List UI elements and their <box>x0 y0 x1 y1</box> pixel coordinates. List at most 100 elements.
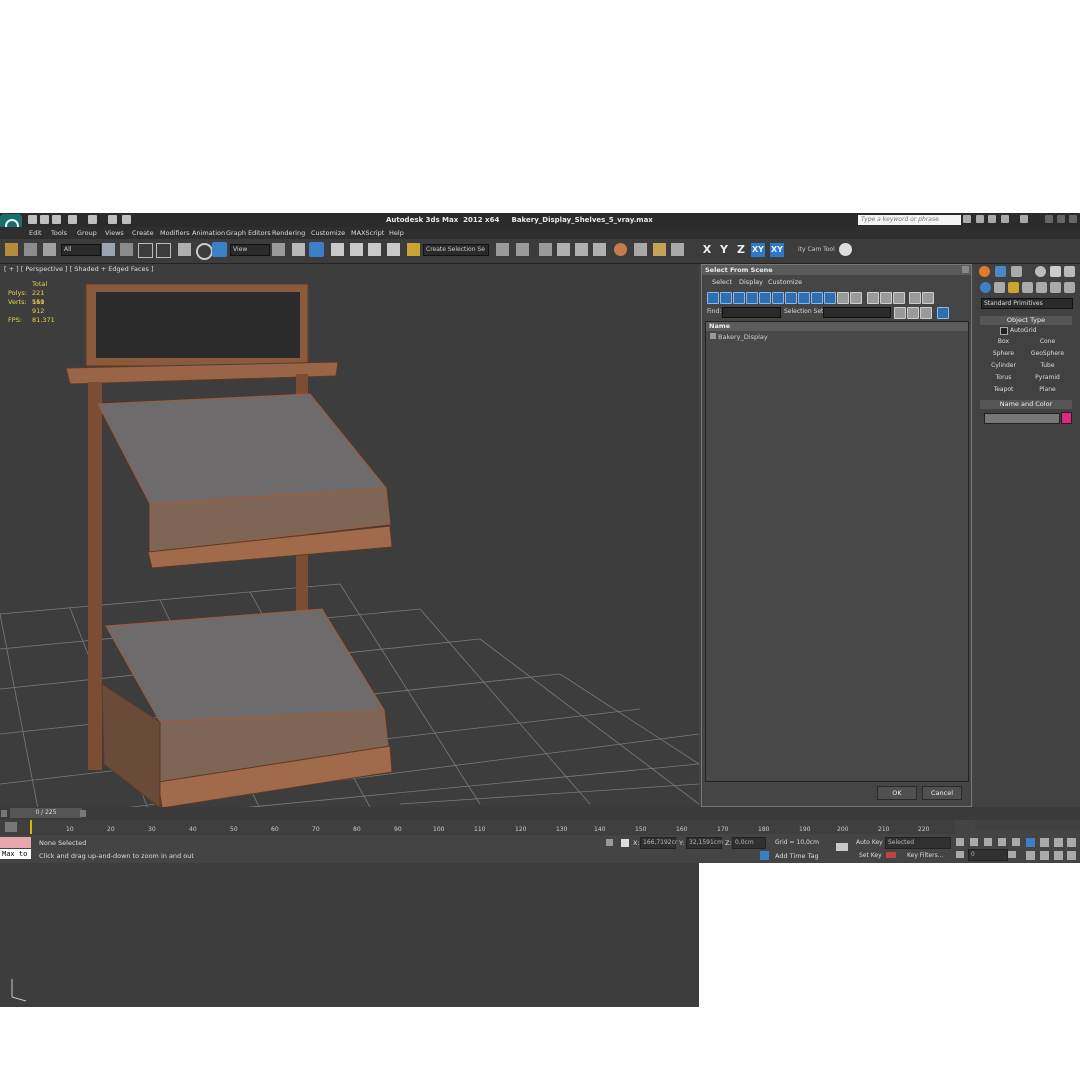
find-input[interactable] <box>722 307 781 318</box>
filter-funnel-icon[interactable] <box>909 292 921 304</box>
helpers-icon[interactable] <box>1036 282 1047 293</box>
menu-views[interactable]: Views <box>105 229 124 237</box>
selset-options-icon[interactable] <box>920 307 932 319</box>
object-color-swatch[interactable] <box>1061 412 1072 424</box>
autogrid-checkbox[interactable] <box>1000 327 1008 335</box>
goto-start-icon[interactable] <box>956 838 964 846</box>
name-and-color-rollout[interactable]: Name and Color <box>980 400 1072 409</box>
rectangular-selection-icon[interactable] <box>138 243 153 258</box>
category-dropdown[interactable]: Standard Primitives <box>981 298 1073 309</box>
goto-end-icon[interactable] <box>1012 838 1020 846</box>
menu-customize[interactable]: Customize <box>311 229 345 237</box>
selset-create-icon[interactable] <box>894 307 906 319</box>
communication-icon[interactable] <box>988 215 996 223</box>
object-type-rollout[interactable]: Object Type <box>980 316 1072 325</box>
zoom-extents-icon[interactable] <box>1054 838 1063 847</box>
key-selected-dropdown[interactable]: Selected <box>885 837 951 849</box>
plane-button[interactable]: Plane <box>1027 385 1068 395</box>
rendered-frame-window-icon[interactable] <box>653 243 666 256</box>
field-of-view-icon[interactable] <box>1026 851 1035 860</box>
play-icon[interactable] <box>984 838 992 846</box>
key-filters-button[interactable]: Key Filters... <box>904 850 950 862</box>
keyboard-shortcut-toggle-icon[interactable] <box>309 242 324 257</box>
layer-manager-icon[interactable] <box>539 243 552 256</box>
restrict-xy-button[interactable]: XY <box>751 243 765 257</box>
time-slider-thumb[interactable]: 0 / 225 <box>10 808 82 818</box>
spacewarps-icon[interactable] <box>1050 282 1061 293</box>
open-file-icon[interactable] <box>40 215 49 224</box>
slider-next-arrow-icon[interactable] <box>80 810 86 817</box>
menu-edit[interactable]: Edit <box>29 229 42 237</box>
selset-edit-icon[interactable] <box>907 307 919 319</box>
menu-graph-editors[interactable]: Graph Editors <box>226 229 271 237</box>
save-file-icon[interactable] <box>52 215 61 224</box>
selection-set-dropdown[interactable] <box>823 307 891 318</box>
hold-icon[interactable] <box>122 215 131 224</box>
angle-snap-icon[interactable] <box>350 243 363 256</box>
filter-frozen-icon[interactable] <box>837 292 849 304</box>
filter-cameras-icon[interactable] <box>746 292 758 304</box>
filter-containers-icon[interactable] <box>824 292 836 304</box>
filter-helpers-icon[interactable] <box>759 292 771 304</box>
dialog-menu-customize[interactable]: Customize <box>768 278 802 286</box>
align-icon[interactable] <box>516 243 529 256</box>
dialog-menu-select[interactable]: Select <box>712 278 732 286</box>
cylinder-button[interactable]: Cylinder <box>983 361 1024 371</box>
slider-prev-arrow-icon[interactable] <box>1 810 7 817</box>
edit-named-selection-icon[interactable] <box>407 243 420 256</box>
filter-bones-icon[interactable] <box>811 292 823 304</box>
snaps-toggle-icon[interactable] <box>331 243 344 256</box>
display-tab-icon[interactable] <box>1050 266 1061 277</box>
geometry-icon[interactable] <box>980 282 991 293</box>
menu-tools[interactable]: Tools <box>51 229 67 237</box>
absolute-mode-icon[interactable] <box>621 839 629 847</box>
render-production-icon[interactable] <box>671 243 684 256</box>
cone-button[interactable]: Cone <box>1027 337 1068 347</box>
menu-help[interactable]: Help <box>389 229 404 237</box>
mirror-icon[interactable] <box>496 243 509 256</box>
maximize-icon[interactable] <box>1057 215 1065 223</box>
pyramid-button[interactable]: Pyramid <box>1027 373 1068 383</box>
display-invert-icon[interactable] <box>893 292 905 304</box>
filter-groups-icon[interactable] <box>785 292 797 304</box>
add-time-tag-icon[interactable] <box>760 851 769 860</box>
subscription-icon[interactable] <box>976 215 984 223</box>
undo-icon[interactable] <box>68 215 77 224</box>
scale-icon[interactable] <box>212 242 227 257</box>
zoom-extents-all-icon[interactable] <box>1067 838 1076 847</box>
shapes-icon[interactable] <box>994 282 1005 293</box>
unlink-icon[interactable] <box>24 243 37 256</box>
dialog-menu-display[interactable]: Display <box>739 278 763 286</box>
named-selection-dropdown[interactable]: Create Selection Se <box>423 244 489 256</box>
viewport-label[interactable]: [ + ] [ Perspective ] [ Shaded + Edged F… <box>4 265 154 273</box>
window-crossing-icon[interactable] <box>156 243 171 258</box>
list-item[interactable]: Bakery_Display <box>710 333 768 341</box>
pan-view-icon[interactable] <box>1040 851 1049 860</box>
filter-shapes-icon[interactable] <box>720 292 732 304</box>
zoom-all-icon[interactable] <box>1040 838 1049 847</box>
maxscript-mini-listener[interactable]: Max to <box>0 849 31 859</box>
cam-tool-label[interactable]: ity Cam Tool <box>795 244 839 256</box>
filter-options-icon[interactable] <box>922 292 934 304</box>
teapot-button[interactable]: Teapot <box>983 385 1024 395</box>
help-icon[interactable] <box>1020 215 1028 223</box>
project-folder-icon[interactable] <box>108 215 117 224</box>
reference-coordinate-dropdown[interactable]: View <box>230 244 270 256</box>
cameras-icon[interactable] <box>1022 282 1033 293</box>
restrict-y-button[interactable]: Y <box>717 243 731 257</box>
new-file-icon[interactable] <box>28 215 37 224</box>
cancel-button[interactable]: Cancel <box>922 786 962 800</box>
modify-tab-icon[interactable] <box>995 266 1006 277</box>
perspective-viewport[interactable]: [ + ] [ Perspective ] [ Shaded + Edged F… <box>0 264 699 1007</box>
restrict-plane-cycle-button[interactable]: XY <box>770 243 784 257</box>
create-tab-icon[interactable] <box>979 266 990 277</box>
dialog-close-icon[interactable] <box>962 266 969 273</box>
select-manipulate-icon[interactable] <box>292 243 305 256</box>
select-by-name-icon[interactable] <box>120 243 133 256</box>
name-column-header[interactable]: Name <box>706 322 968 331</box>
auto-key-button[interactable]: Auto Key <box>853 837 887 849</box>
filter-geometry-icon[interactable] <box>707 292 719 304</box>
orbit-icon[interactable] <box>1054 851 1063 860</box>
display-none-icon[interactable] <box>880 292 892 304</box>
set-key-icon[interactable] <box>836 843 848 851</box>
